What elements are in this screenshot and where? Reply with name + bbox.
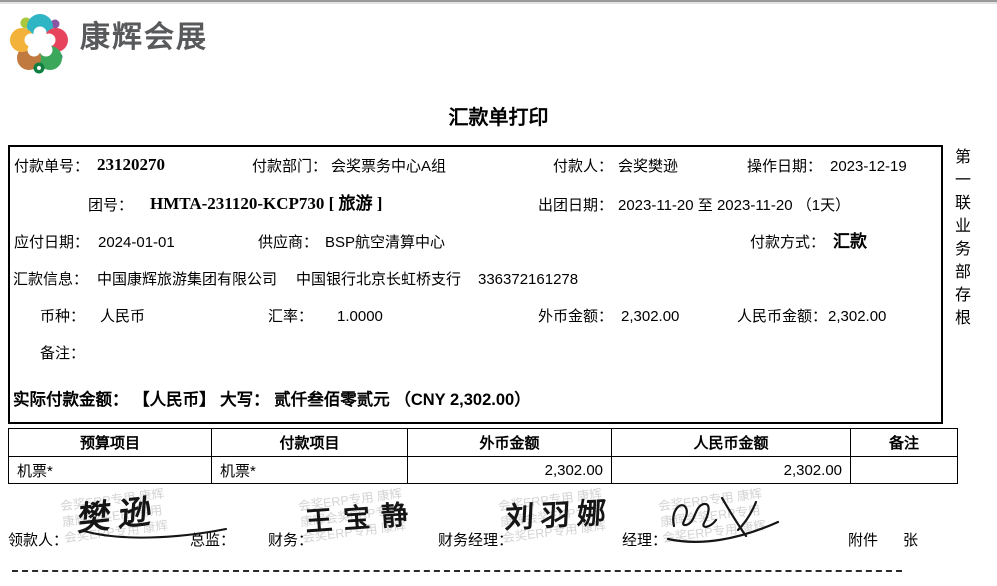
col-budget-item: 预算项目 xyxy=(9,429,212,457)
remit-account: 336372161278 xyxy=(478,270,578,290)
items-table: 预算项目 付款项目 外币金额 人民币金额 备注 机票* 机票* 2,302.00… xyxy=(8,428,958,484)
cell-payment-item: 机票* xyxy=(212,457,408,484)
payment-no-label: 付款单号： xyxy=(14,157,89,177)
finance-manager-signature: 刘羽娜 xyxy=(504,489,614,537)
supplier-value: BSP航空清算中心 xyxy=(325,233,445,253)
remit-company: 中国康辉旅游集团有限公司 xyxy=(97,270,277,290)
supplier-label: 供应商： xyxy=(258,233,318,253)
currency-value: 人民币 xyxy=(100,307,145,327)
group-no-label: 团号： xyxy=(88,196,133,216)
col-payment-item: 付款项目 xyxy=(212,429,408,457)
brand-name: 康辉会展 xyxy=(80,28,208,48)
due-date-label: 应付日期： xyxy=(14,233,89,253)
top-divider xyxy=(0,0,997,4)
rate-value: 1.0000 xyxy=(337,307,383,327)
payment-no-value: 23120270 xyxy=(97,155,165,175)
group-no-value: HMTA-231120-KCP730 [ 旅游 ] xyxy=(150,194,382,214)
cell-remark xyxy=(851,457,958,484)
payee-signature-swoosh xyxy=(80,526,230,542)
page-title: 汇款单打印 xyxy=(0,101,997,130)
col-remark: 备注 xyxy=(851,429,958,457)
payer-value: 会奖樊逊 xyxy=(618,157,678,177)
currency-label: 币种： xyxy=(40,307,85,327)
op-date-label: 操作日期： xyxy=(747,157,822,177)
finance-manager-label: 财务经理： xyxy=(438,531,513,551)
op-date-value: 2023-12-19 xyxy=(830,157,907,177)
pay-method-value: 汇款 xyxy=(833,232,867,252)
cny-amount-value: 2,302.00 xyxy=(828,307,886,327)
cell-cny-amount: 2,302.00 xyxy=(612,457,851,484)
actual-amount-line: 实际付款金额： 【人民币】 大写： 贰仟叁佰零贰元 （CNY 2,302.00） xyxy=(13,390,531,410)
finance-signature: 王宝静 xyxy=(304,492,420,539)
cell-budget-item: 机票* xyxy=(9,457,212,484)
cell-foreign-amount: 2,302.00 xyxy=(408,457,612,484)
rate-label: 汇率： xyxy=(268,307,313,327)
payer-label: 付款人： xyxy=(553,157,613,177)
cny-amount-label: 人民币金额： xyxy=(737,307,827,327)
items-header-row: 预算项目 付款项目 外币金额 人民币金额 备注 xyxy=(9,429,958,457)
col-foreign-amount: 外币金额 xyxy=(408,429,612,457)
depart-date-value: 2023-11-20 至 2023-11-20 （1天） xyxy=(618,196,850,216)
cut-line xyxy=(12,570,902,572)
attachment-label: 附件 xyxy=(848,531,878,551)
payee-label: 领款人： xyxy=(8,531,68,551)
remit-info-label: 汇款信息： xyxy=(13,270,88,290)
remark-label: 备注： xyxy=(40,344,85,364)
foreign-amount-value: 2,302.00 xyxy=(621,307,679,327)
pay-dept-value: 会奖票务中心A组 xyxy=(331,157,446,177)
manager-signature xyxy=(660,492,785,548)
due-date-value: 2024-01-01 xyxy=(98,233,175,253)
remit-bank: 中国银行北京长虹桥支行 xyxy=(296,270,461,290)
depart-date-label: 出团日期： xyxy=(538,196,613,216)
attachment-unit: 张 xyxy=(903,531,918,551)
pay-dept-label: 付款部门： xyxy=(252,157,327,177)
foreign-amount-label: 外币金额： xyxy=(538,307,613,327)
table-row: 机票* 机票* 2,302.00 2,302.00 xyxy=(9,457,958,484)
brand-logo-icon xyxy=(8,12,72,76)
remittance-print-page: 康辉会展 汇款单打印 付款单号： 23120270 付款部门： 会奖票务中心A组… xyxy=(0,0,997,586)
stub-copy-label: 第一联业务部存根 xyxy=(948,148,972,332)
pay-method-label: 付款方式： xyxy=(750,233,825,253)
col-cny-amount: 人民币金额 xyxy=(612,429,851,457)
